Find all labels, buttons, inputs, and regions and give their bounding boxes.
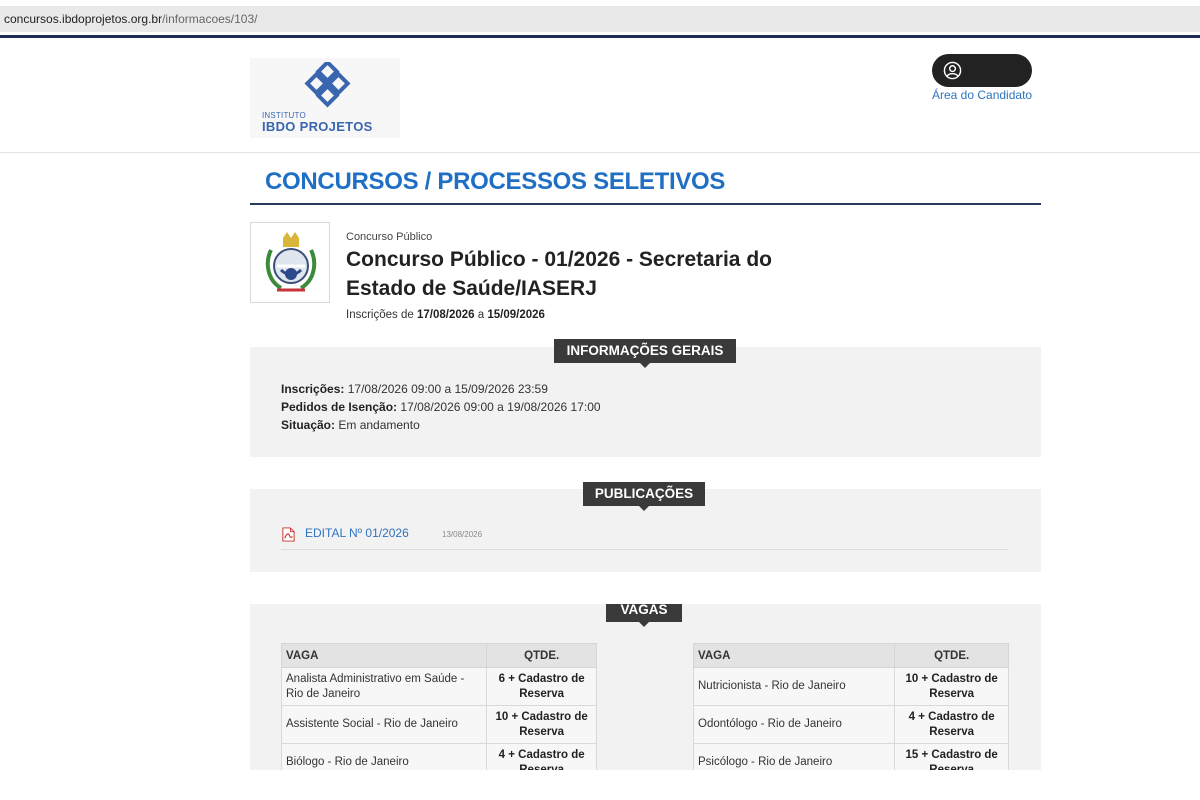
vacancies-table-right: VAGA QTDE. Nutricionista - Rio de Janeir… xyxy=(692,643,1009,770)
info-row-registrations: Inscrições: 17/08/2026 09:00 a 15/09/202… xyxy=(281,380,601,398)
vaga-cell: Analista Administrativo em Saúde - Rio d… xyxy=(280,667,488,706)
table-row: Analista Administrativo em Saúde - Rio d… xyxy=(280,667,597,706)
info-label: Inscrições: xyxy=(281,382,345,396)
url-host: concursos.ibdoprojetos.org.br xyxy=(4,12,163,26)
qtde-cell: 4 + Cadastro de Reserva xyxy=(486,743,597,770)
user-icon xyxy=(943,61,962,80)
vaga-cell: Assistente Social - Rio de Janeiro xyxy=(280,705,488,744)
pdf-icon xyxy=(282,527,295,542)
qtde-cell: 6 + Cadastro de Reserva xyxy=(486,667,597,706)
table-row: Assistente Social - Rio de Janeiro 10 + C… xyxy=(280,705,597,744)
vacancies-table-left: VAGA QTDE. Analista Administrativo em Sa… xyxy=(280,643,597,770)
logo-brand-text: IBDO PROJETOS xyxy=(262,119,373,134)
state-seal-image xyxy=(250,222,330,303)
table-row: Nutricionista - Rio de Janeiro 10 + Cadas… xyxy=(692,667,1009,706)
info-value: Em andamento xyxy=(338,418,420,432)
vacancies-section: VAGAS VAGA QTDE. Analista Administrativo… xyxy=(250,604,1041,770)
url-field[interactable]: concursos.ibdoprojetos.org.br/informacoe… xyxy=(0,6,1200,32)
qtde-cell: 10 + Cadastro de Reserva xyxy=(486,705,597,744)
contest-type: Concurso Público xyxy=(346,231,433,243)
publication-date: 13/08/2026 xyxy=(442,530,483,539)
col-qtde-header: QTDE. xyxy=(486,643,597,668)
table-row: Odontólogo - Rio de Janeiro 4 + Cadastro … xyxy=(692,705,1009,744)
url-path: /informacoes/103/ xyxy=(162,12,258,26)
info-label: Pedidos de Isenção: xyxy=(281,400,398,414)
publications-section: PUBLICAÇÕES EDITAL Nº 01/2026 13/08/2026 xyxy=(250,482,1041,572)
info-value: 17/08/2026 09:00 a 15/09/2026 23:59 xyxy=(347,382,548,396)
site-logo[interactable]: INSTITUTO IBDO PROJETOS xyxy=(250,58,400,138)
coat-of-arms-icon xyxy=(265,232,317,292)
info-row-status: Situação: Em andamento xyxy=(281,416,601,434)
contest-registration-dates: Inscrições de 17/08/2026 a 15/09/2026 xyxy=(346,309,545,321)
vaga-cell: Nutricionista - Rio de Janeiro xyxy=(692,667,896,706)
browser-address-bar: concursos.ibdoprojetos.org.br/informacoe… xyxy=(0,0,1200,36)
general-info-list: Inscrições: 17/08/2026 09:00 a 15/09/202… xyxy=(281,380,601,434)
col-vaga-header: VAGA xyxy=(280,643,488,668)
vaga-cell: Odontólogo - Rio de Janeiro xyxy=(692,705,896,744)
candidate-area-button[interactable] xyxy=(932,54,1032,87)
vacancies-heading: VAGAS xyxy=(606,604,682,627)
info-row-exemption: Pedidos de Isenção: 17/08/2026 09:00 a 1… xyxy=(281,398,601,416)
logo-diamonds-icon xyxy=(304,62,351,108)
general-info-heading: INFORMAÇÕES GERAIS xyxy=(554,339,736,368)
dates-prefix: Inscrições de xyxy=(346,309,414,321)
contest-name: Concurso Público - 01/2026 - Secretaria … xyxy=(346,248,772,300)
table-row: Biólogo - Rio de Janeiro 4 + Cadastro de … xyxy=(280,743,597,770)
qtde-cell: 15 + Cadastro de Reserva xyxy=(894,743,1009,770)
dates-mid: a xyxy=(477,309,485,321)
vaga-cell: Psicólogo - Rio de Janeiro xyxy=(692,743,896,770)
table-header-row: VAGA QTDE. xyxy=(280,643,597,668)
date-start: 17/08/2026 xyxy=(416,309,475,321)
table-row: Psicólogo - Rio de Janeiro 15 + Cadastro … xyxy=(692,743,1009,770)
general-info-section: INFORMAÇÕES GERAIS Inscrições: 17/08/202… xyxy=(250,339,1041,457)
col-vaga-header: VAGA xyxy=(692,643,896,668)
info-label: Situação: xyxy=(281,418,336,432)
edital-link[interactable]: EDITAL Nº 01/2026 xyxy=(305,526,409,540)
candidate-area-link[interactable]: Área do Candidato xyxy=(932,88,1032,102)
page-title: CONCURSOS / PROCESSOS SELETIVOS xyxy=(265,168,726,195)
table-header-row: VAGA QTDE. xyxy=(692,643,1009,668)
publications-heading: PUBLICAÇÕES xyxy=(583,482,705,511)
qtde-cell: 4 + Cadastro de Reserva xyxy=(894,705,1009,744)
col-qtde-header: QTDE. xyxy=(894,643,1009,668)
vaga-cell: Biólogo - Rio de Janeiro xyxy=(280,743,488,770)
publication-item: EDITAL Nº 01/2026 13/08/2026 xyxy=(281,525,1008,550)
qtde-cell: 10 + Cadastro de Reserva xyxy=(894,667,1009,706)
site-header: INSTITUTO IBDO PROJETOS Área do Candidat… xyxy=(0,38,1200,153)
info-value: 17/08/2026 09:00 a 19/08/2026 17:00 xyxy=(400,400,601,414)
date-end: 15/09/2026 xyxy=(487,309,545,321)
title-divider xyxy=(250,203,1041,205)
